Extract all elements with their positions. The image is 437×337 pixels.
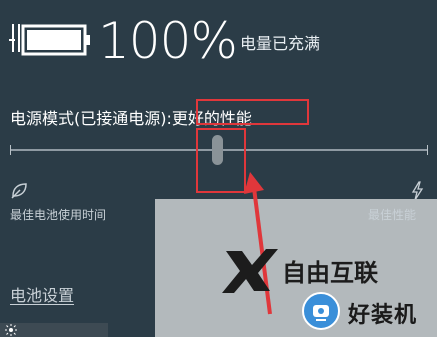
slider-right-label: 最佳性能 (368, 208, 417, 222)
leaf-icon (11, 183, 27, 199)
watermark-text: 自由互联 (282, 259, 378, 287)
sun-icon (5, 324, 17, 336)
brand-logo: 好装机 (300, 290, 437, 337)
slider-left-label: 最佳电池使用时间 (10, 208, 107, 222)
annotation-box-slider (196, 128, 246, 193)
annotation-box-mode (196, 99, 309, 125)
battery-percent: 100% (98, 12, 238, 70)
battery-full-icon (9, 24, 90, 56)
battery-status-text: 电量已充满 (240, 34, 321, 53)
brand-logo-icon (302, 292, 340, 330)
battery-settings-link[interactable]: 电池设置 (10, 282, 74, 306)
power-mode-label: 电源模式(已接通电源): (10, 109, 172, 128)
bolt-icon (411, 181, 424, 201)
watermark-logo: 自由互联 (222, 249, 378, 293)
brand-logo-text: 好装机 (348, 303, 418, 328)
